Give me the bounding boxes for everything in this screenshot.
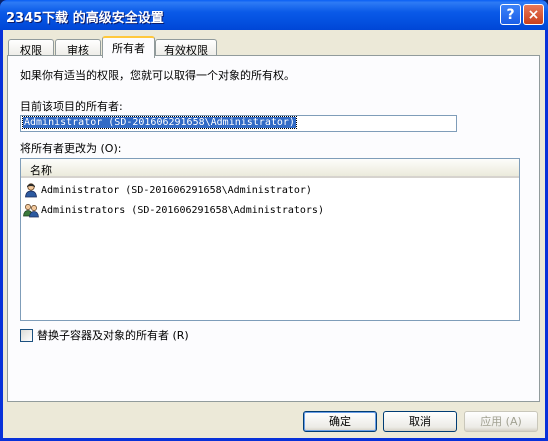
owner-list[interactable]: 名称 Administrator (SD-201606291658\Admini…: [20, 158, 520, 321]
current-owner-label: 目前该项目的所有者:: [20, 100, 123, 113]
window-title: 2345下载 的高级安全设置: [6, 11, 164, 26]
replace-owner-checkbox[interactable]: [20, 328, 33, 342]
list-header-label: 名称: [30, 164, 52, 177]
list-item[interactable]: Administrators (SD-201606291658\Administ…: [23, 201, 513, 219]
apply-button[interactable]: 应用 (A): [464, 411, 538, 432]
current-owner-value: Administrator (SD-201606291658\Administr…: [22, 116, 297, 129]
group-icon: [23, 204, 39, 218]
list-header-name[interactable]: 名称: [21, 159, 519, 178]
current-owner-field[interactable]: Administrator (SD-201606291658\Administr…: [20, 115, 457, 132]
title-bar[interactable]: 2345下载 的高级安全设置 ? ×: [0, 0, 548, 30]
replace-owner-option[interactable]: 替换子容器及对象的所有者 (R): [20, 327, 189, 343]
dialog-client-area: 权限 审核 所有者 有效权限 如果你有适当的权限，您就可以取得一个对象的所有权。…: [3, 30, 545, 438]
security-dialog-window: 2345下载 的高级安全设置 ? × 权限 审核 所有者 有效权限 如果你有适当…: [0, 0, 548, 441]
help-button[interactable]: ?: [500, 4, 521, 25]
owner-name: Administrator (SD-201606291658\Administr…: [41, 184, 312, 196]
ok-button[interactable]: 确定: [303, 411, 377, 432]
user-icon: [25, 183, 37, 198]
close-button[interactable]: ×: [523, 4, 544, 25]
change-owner-label: 将所有者更改为 (O):: [20, 142, 122, 155]
tab-owner[interactable]: 所有者: [102, 36, 155, 58]
owner-tab-panel: 如果你有适当的权限，您就可以取得一个对象的所有权。 目前该项目的所有者: Adm…: [7, 55, 540, 402]
cancel-button[interactable]: 取消: [383, 411, 457, 432]
list-item[interactable]: Administrator (SD-201606291658\Administr…: [23, 181, 513, 199]
owner-name: Administrators (SD-201606291658\Administ…: [41, 204, 324, 216]
close-icon: ×: [527, 6, 540, 23]
help-icon: ?: [506, 6, 515, 23]
replace-owner-label: 替换子容器及对象的所有者 (R): [37, 329, 189, 342]
owner-description: 如果你有适当的权限，您就可以取得一个对象的所有权。: [20, 69, 295, 82]
